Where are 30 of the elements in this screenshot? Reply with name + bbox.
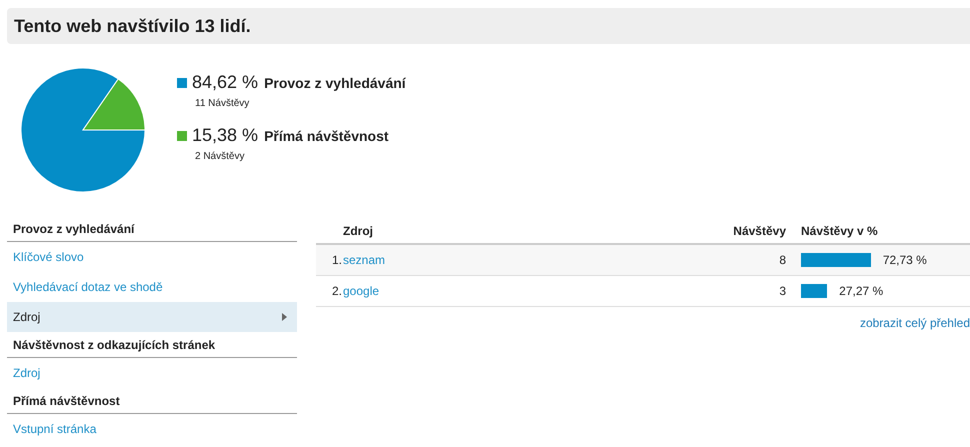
sidebar-item[interactable]: Vyhledávací dotaz ve shodě <box>7 272 297 302</box>
percent-bar <box>801 253 871 267</box>
section-heading: Návštěvnost z odkazujících stránek <box>7 332 297 358</box>
table-cell-text: 3 <box>778 284 786 298</box>
percent-bar <box>801 284 828 298</box>
legend-label: Přímá návštěvnost <box>264 128 389 144</box>
caret-icon <box>282 313 287 321</box>
legend-visits: 2 Návštěvy <box>195 151 244 162</box>
sidebar-item[interactable]: Zdroj <box>7 302 297 332</box>
source-link[interactable]: google <box>343 284 380 298</box>
legend-visits: 11 Návštěvy <box>195 98 250 109</box>
sidebar-item[interactable]: Klíčové slovo <box>7 242 297 272</box>
table-cell-text: 8 <box>778 253 786 267</box>
sidebar-item[interactable]: Zdroj <box>7 358 297 388</box>
column-header: Zdroj <box>343 224 374 238</box>
sidebar-item[interactable]: Vstupní stránka <box>7 414 297 444</box>
table-cell: 27,27 % <box>839 284 884 298</box>
row-number: 2. <box>331 284 343 298</box>
legend-percent: 84,62 % <box>192 72 258 93</box>
legend-label: Provoz z vyhledávání <box>264 74 406 90</box>
table-cell: 72,73 % <box>882 253 927 267</box>
page-title: Tento web navštívilo 13 lidí. <box>14 16 251 36</box>
full-report-link[interactable]: zobrazit celý přehled <box>860 316 970 330</box>
column-header: Návštěvy <box>732 224 786 238</box>
column-header: Návštěvy v % <box>801 224 878 238</box>
legend-percent: 15,38 % <box>192 125 258 146</box>
section-heading: Přímá návštěvnost <box>7 388 297 414</box>
source-link[interactable]: seznam <box>343 253 386 267</box>
row-number: 1. <box>331 253 343 267</box>
section-heading: Provoz z vyhledávání <box>7 216 297 242</box>
